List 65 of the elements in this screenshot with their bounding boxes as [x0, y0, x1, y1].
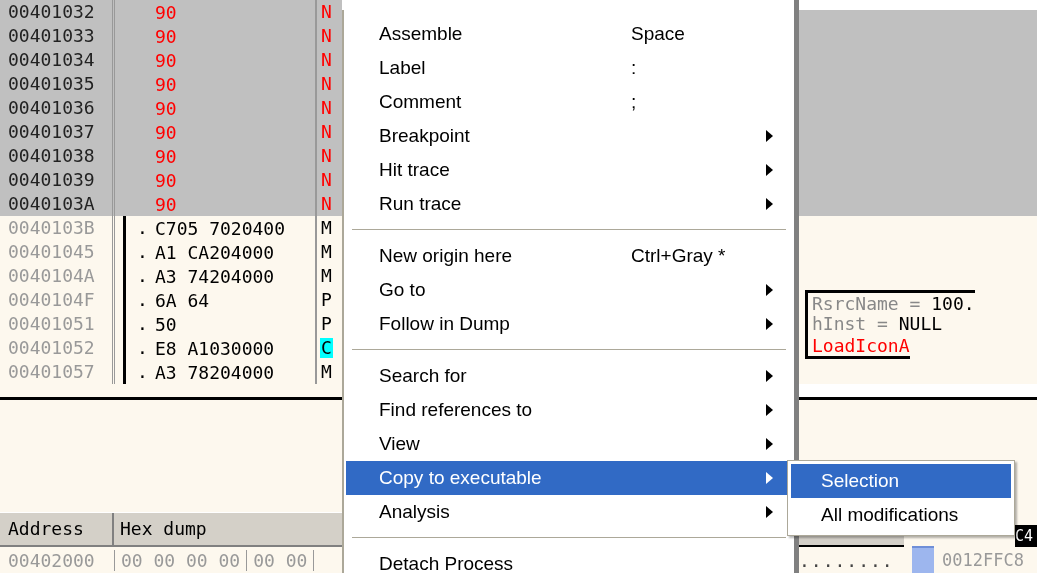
menu-item[interactable]: Assemble Space [346, 17, 792, 51]
menu-item[interactable]: Search for [346, 359, 792, 393]
mnemonic-cell: M [320, 362, 333, 382]
hex-cell: 00 00 00 00 [115, 549, 248, 571]
mnemonic-cell: P [320, 314, 333, 334]
marker-dot: . [137, 336, 148, 360]
menu-item[interactable]: Analysis [346, 495, 792, 529]
mnemonic-cell: N [320, 26, 333, 46]
address-cell: 00402000 [0, 549, 115, 571]
mnemonic-cell: M [320, 242, 333, 262]
column-header[interactable]: Hex dump [114, 513, 342, 545]
menu-item[interactable]: Selection [791, 464, 1011, 498]
hex-cell-text: 90 [155, 169, 178, 191]
menu-item[interactable]: Go to [346, 273, 792, 307]
hex-cell: 00 00 [247, 549, 315, 571]
column-header[interactable]: Address [0, 513, 114, 545]
menu-item[interactable]: Breakpoint [346, 119, 792, 153]
menu-item[interactable]: Hit trace [346, 153, 792, 187]
hex-cell-text: 6A 64 [155, 289, 211, 311]
hex-cell-text: 90 [155, 1, 178, 23]
mnemonic-cell: N [320, 2, 333, 22]
mnemonic-cell: C [320, 338, 333, 358]
hex-cell-text: A3 74204000 [155, 265, 276, 287]
marker-dot: . [137, 288, 148, 312]
ascii-cell-text: ........ [799, 549, 895, 571]
hex-cell-text: E8 A1030000 [155, 337, 276, 359]
menu-item[interactable]: Label : [346, 51, 792, 85]
mnemonic-cell: N [320, 74, 333, 94]
mnemonic-cell: P [320, 290, 333, 310]
menu-item[interactable]: Comment ; [346, 85, 792, 119]
mnemonic-cell: M [320, 266, 333, 286]
hex-cell-text: A3 78204000 [155, 361, 276, 383]
hex-cell-text: 90 [155, 49, 178, 71]
menu-item[interactable]: Find references to [346, 393, 792, 427]
address-cell: 00401057 [0, 360, 115, 384]
marker-dot: . [137, 240, 148, 264]
mnemonic-cell: N [320, 50, 333, 70]
mnemonic-cell: M [320, 218, 333, 238]
hex-cell-text: 50 [155, 313, 178, 335]
menu-item[interactable]: View [346, 427, 792, 461]
mnemonic-cell: N [320, 170, 333, 190]
marker-dot: . [137, 216, 148, 240]
hex-cell-text: 90 [155, 145, 178, 167]
hex-cell-text: A1 CA204000 [155, 241, 276, 263]
menu-item[interactable]: Detach Process [346, 547, 792, 573]
marker-dot: . [137, 312, 148, 336]
mnemonic-cell: N [320, 194, 333, 214]
hex-cell-text: 90 [155, 193, 178, 215]
marker-dot: . [137, 264, 148, 288]
menu-item[interactable]: Follow in Dump [346, 307, 792, 341]
hex-cell-text: 90 [155, 97, 178, 119]
menu-item[interactable]: New origin here Ctrl+Gray * [346, 239, 792, 273]
stack-header: C4 [1015, 525, 1037, 547]
menu-item[interactable]: Run trace [346, 187, 792, 221]
scroll-thumb[interactable] [912, 546, 934, 573]
marker-dot: . [137, 360, 148, 384]
menu-item[interactable]: All modifications [791, 498, 1011, 532]
hex-cell-text: 90 [155, 121, 178, 143]
stack-address: 0012FFC8 [942, 550, 1024, 570]
mnemonic-cell: N [320, 146, 333, 166]
mnemonic-cell: N [320, 98, 333, 118]
hex-cell-text: 90 [155, 73, 178, 95]
hex-cell-text: C705 7020400 [155, 217, 287, 239]
hex-cell-text: 90 [155, 25, 178, 47]
mnemonic-cell: N [320, 122, 333, 142]
